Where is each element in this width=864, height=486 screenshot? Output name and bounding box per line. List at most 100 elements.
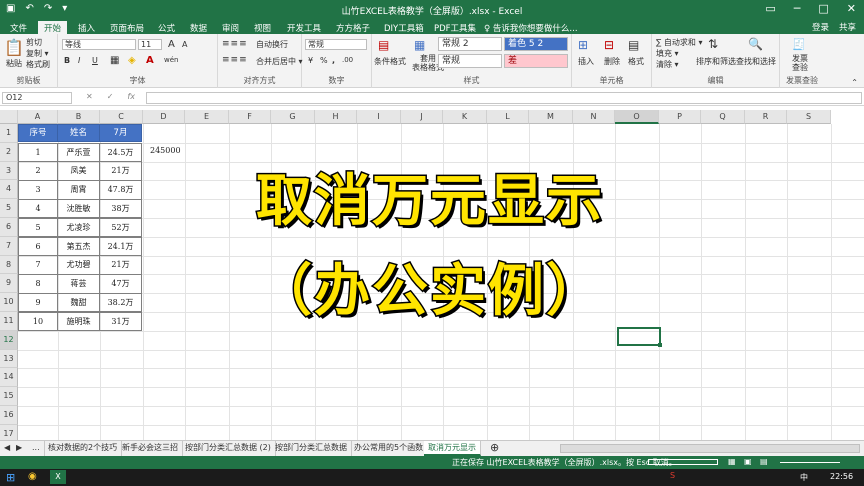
table-cell[interactable]: 31万: [99, 311, 142, 332]
chrome-icon[interactable]: ◉: [28, 471, 37, 482]
column-header[interactable]: A: [18, 110, 58, 124]
delete-cells-button[interactable]: 删除: [604, 56, 620, 67]
table-cell[interactable]: 尤功碧: [57, 255, 100, 275]
maximize-icon[interactable]: □: [818, 2, 828, 15]
font-color-icon[interactable]: A: [146, 55, 154, 66]
currency-icon[interactable]: ¥: [308, 56, 313, 65]
page-break-icon[interactable]: ▤: [760, 457, 768, 466]
table-cell[interactable]: 47.8万: [99, 180, 142, 200]
format-painter-button[interactable]: 格式刷: [26, 59, 50, 70]
style-normal[interactable]: 常规: [438, 54, 502, 68]
phonetic-button[interactable]: wén: [164, 56, 178, 64]
find-select-button[interactable]: 查找和选择: [736, 56, 776, 67]
delete-cells-icon[interactable]: ⊟: [604, 38, 614, 52]
column-header[interactable]: E: [185, 110, 229, 124]
cut-button[interactable]: 剪切: [26, 37, 42, 48]
column-header[interactable]: F: [229, 110, 271, 124]
normal-view-icon[interactable]: ▦: [728, 457, 736, 466]
border-icon[interactable]: ▦: [110, 55, 119, 66]
invoice-check-button[interactable]: 发票 查验: [792, 54, 808, 72]
row-header[interactable]: 4: [0, 180, 18, 200]
zoom-slider[interactable]: [780, 462, 840, 463]
next-sheet-icon[interactable]: ▶: [12, 441, 26, 456]
tab-developer[interactable]: 开发工具: [281, 21, 327, 35]
decimal-icon[interactable]: .00: [342, 56, 353, 64]
column-header[interactable]: D: [143, 110, 185, 124]
column-header[interactable]: J: [401, 110, 443, 124]
table-cell[interactable]: 沈胜敏: [57, 199, 100, 219]
row-header[interactable]: 9: [0, 274, 18, 294]
align-left-icons[interactable]: ≡≡≡: [222, 55, 248, 65]
tab-data[interactable]: 数据: [184, 21, 213, 35]
collapse-ribbon-icon[interactable]: ⌃: [851, 78, 858, 87]
percent-button[interactable]: %: [320, 56, 328, 65]
font-name-select[interactable]: 等线: [62, 39, 136, 50]
style-bad[interactable]: 差: [504, 54, 568, 68]
excel-taskbar-icon[interactable]: X: [50, 470, 66, 484]
copy-button[interactable]: 复制 ▾: [26, 48, 49, 59]
table-cell[interactable]: 10: [18, 311, 58, 332]
row-header[interactable]: 11: [0, 312, 18, 331]
tab-file[interactable]: 文件: [4, 21, 33, 35]
tab-review[interactable]: 审阅: [216, 21, 245, 35]
column-header[interactable]: H: [315, 110, 357, 124]
row-header[interactable]: 12: [0, 330, 18, 350]
table-cell[interactable]: 蒋芸: [57, 274, 100, 294]
tab-insert[interactable]: 插入: [72, 21, 101, 35]
fill-button[interactable]: 填充 ▾: [656, 48, 679, 59]
row-header[interactable]: 17: [0, 424, 18, 440]
sheet-tab-more[interactable]: ...: [28, 441, 45, 456]
sheet-tab[interactable]: 按部门分类汇总数据 (2): [181, 441, 276, 456]
sheet-tab[interactable]: 办公常用的5个函数: [350, 441, 429, 456]
autosum-button[interactable]: ∑ 自动求和 ▾: [656, 37, 703, 48]
row-header[interactable]: 10: [0, 293, 18, 312]
column-header[interactable]: S: [787, 110, 831, 124]
close-icon[interactable]: ✕: [847, 2, 856, 15]
sheet-tab[interactable]: 核对数据的2个技巧: [44, 441, 123, 456]
sort-filter-icon[interactable]: ⇅: [708, 37, 718, 51]
table-cell[interactable]: 38.2万: [99, 293, 142, 313]
paste-button[interactable]: 粘贴: [6, 58, 22, 69]
add-sheet-icon[interactable]: ⊕: [486, 441, 503, 456]
find-select-icon[interactable]: 🔍: [748, 37, 763, 51]
row-header[interactable]: 15: [0, 387, 18, 406]
tab-fangfang[interactable]: 方方格子: [330, 21, 376, 35]
style-accent5[interactable]: 着色 5 2: [504, 37, 568, 51]
row-header[interactable]: 8: [0, 255, 18, 275]
italic-button[interactable]: I: [78, 56, 80, 65]
column-header[interactable]: L: [487, 110, 529, 124]
table-cell[interactable]: 38万: [99, 199, 142, 219]
login-link[interactable]: 登录: [812, 21, 829, 33]
table-cell[interactable]: 21万: [99, 161, 142, 181]
table-cell[interactable]: 7: [18, 255, 58, 275]
bold-button[interactable]: B: [64, 56, 70, 65]
table-cell[interactable]: 严乐萱: [57, 142, 100, 162]
table-cell[interactable]: 施明珠: [57, 311, 100, 332]
cancel-icon[interactable]: ✕: [86, 92, 93, 101]
comma-button[interactable]: ,: [332, 56, 335, 65]
row-header[interactable]: 6: [0, 218, 18, 237]
column-header[interactable]: O: [615, 110, 659, 124]
minimize-icon[interactable]: ─: [794, 2, 801, 15]
sort-filter-button[interactable]: 排序和筛选: [696, 56, 736, 67]
column-header[interactable]: K: [443, 110, 487, 124]
row-header[interactable]: 1: [0, 124, 18, 143]
name-box[interactable]: O12: [2, 92, 72, 104]
row-header[interactable]: 5: [0, 199, 18, 218]
table-header-cell[interactable]: 序号: [18, 124, 58, 142]
fill-color-icon[interactable]: ◈: [128, 55, 136, 66]
column-header[interactable]: C: [100, 110, 143, 124]
table-cell[interactable]: 3: [18, 180, 58, 200]
wrap-text-button[interactable]: 自动换行: [256, 39, 288, 50]
column-header[interactable]: R: [745, 110, 787, 124]
column-header[interactable]: N: [573, 110, 615, 124]
active-cell-selection[interactable]: [617, 327, 661, 346]
tab-home[interactable]: 开始: [38, 21, 68, 34]
tab-view[interactable]: 视图: [248, 21, 277, 35]
number-format-select[interactable]: 常规: [305, 39, 367, 50]
prev-sheet-icon[interactable]: ◀: [0, 441, 12, 456]
table-format-icon[interactable]: ▦: [414, 38, 425, 52]
shrink-font-button[interactable]: A: [182, 40, 187, 49]
tray-app-icon[interactable]: S: [670, 471, 675, 480]
insert-cells-button[interactable]: 插入: [578, 56, 594, 67]
